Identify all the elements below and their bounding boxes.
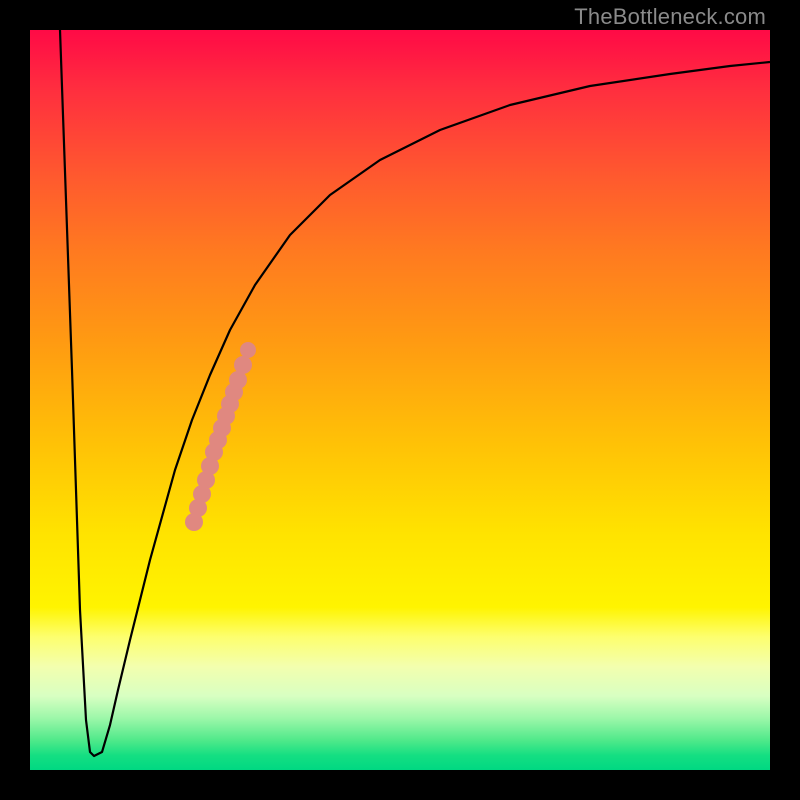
- watermark-text: TheBottleneck.com: [574, 4, 766, 30]
- plot-area: [30, 30, 770, 770]
- chart-svg: [30, 30, 770, 770]
- highlight-points: [185, 342, 256, 531]
- highlight-point: [240, 342, 256, 358]
- highlight-point: [234, 356, 252, 374]
- bottleneck-curve: [60, 30, 770, 756]
- chart-frame: TheBottleneck.com: [0, 0, 800, 800]
